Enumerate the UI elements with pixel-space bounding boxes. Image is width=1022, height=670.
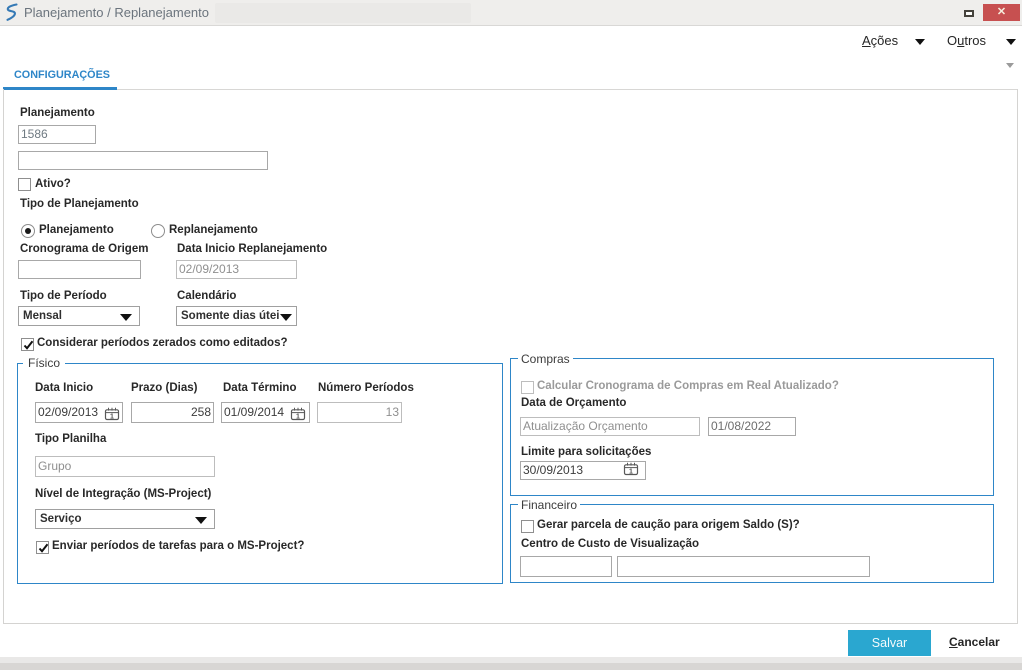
svg-text:1: 1: [110, 414, 114, 421]
svg-text:1: 1: [629, 469, 633, 476]
svg-text:1: 1: [296, 414, 300, 421]
